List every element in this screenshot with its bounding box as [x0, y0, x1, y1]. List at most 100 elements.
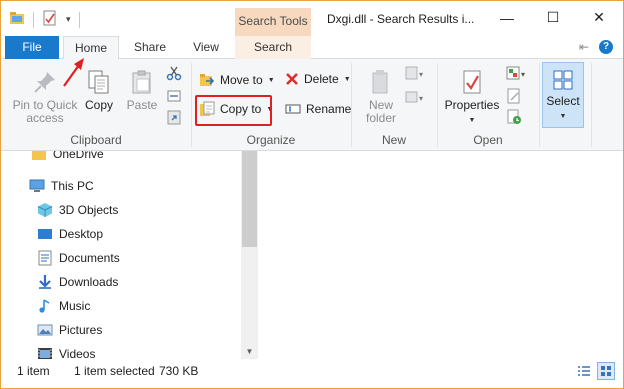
- nav-item-label: Music: [59, 299, 91, 313]
- nav-item-music[interactable]: Music: [37, 295, 90, 317]
- pushpin-icon: [34, 72, 55, 93]
- qat-separator-2: [78, 11, 80, 28]
- close-icon: ✕: [593, 9, 605, 25]
- scroll-down-arrow-icon[interactable]: ▼: [241, 344, 258, 359]
- details-view-icon[interactable]: [575, 362, 593, 380]
- window-title: Dxgi.dll - Search Results i...: [327, 12, 475, 26]
- properties-qat-icon[interactable]: [42, 10, 58, 29]
- tab-view[interactable]: View: [181, 36, 231, 59]
- status-bar: 1 item 1 item selected 730 KB: [1, 359, 623, 388]
- help-icon[interactable]: ?: [599, 40, 613, 54]
- delete-dropdown-icon: ▼: [343, 75, 351, 83]
- nav-item-videos[interactable]: Videos: [37, 343, 95, 359]
- selection-status: 1 item selected: [74, 364, 155, 378]
- properties-label: Properties: [444, 98, 500, 112]
- pin-label-line2: access: [26, 111, 64, 125]
- new-folder-icon: [372, 70, 388, 94]
- delete-button[interactable]: Delete ▼: [285, 72, 351, 86]
- cut-icon[interactable]: [166, 65, 182, 84]
- nav-item-label: Pictures: [59, 323, 103, 337]
- new-item-icon[interactable]: ▾: [405, 65, 427, 84]
- clipboard-icon: [132, 70, 151, 94]
- explorer-window: ▾ Search Tools Dxgi.dll - Search Results…: [0, 0, 624, 389]
- select-grid-icon: [553, 70, 573, 90]
- svg-text:▾: ▾: [521, 70, 525, 79]
- move-to-dropdown-icon: ▼: [267, 76, 275, 84]
- close-button[interactable]: ✕: [576, 1, 622, 34]
- rename-label: Rename: [306, 102, 352, 116]
- annotation-arrow-icon: [63, 58, 84, 87]
- quick-access-toolbar: ▾: [9, 10, 80, 29]
- nav-item-this-pc[interactable]: This PC: [29, 175, 94, 197]
- move-to-label: Move to: [220, 73, 263, 87]
- pin-ribbon-icon[interactable]: ⇤: [579, 40, 589, 54]
- svg-text:▾: ▾: [419, 94, 423, 103]
- nav-item-documents[interactable]: Documents: [37, 247, 120, 269]
- videos-icon: [37, 346, 53, 359]
- rename-icon: [285, 104, 301, 114]
- move-to-icon: [200, 74, 215, 86]
- nav-item-label: Videos: [59, 347, 96, 359]
- qat-separator: [33, 11, 34, 28]
- paste-button[interactable]: Paste: [125, 69, 159, 112]
- search-tools-context-header: Search Tools: [235, 8, 311, 36]
- easy-access-icon[interactable]: ▾: [405, 89, 427, 108]
- selection-size: 730 KB: [159, 364, 199, 378]
- group-divider-4: [539, 63, 540, 147]
- minimize-button[interactable]: —: [484, 1, 530, 34]
- minimize-icon: —: [500, 9, 514, 26]
- nav-item-label: Downloads: [59, 275, 119, 289]
- copy-icon: [88, 70, 109, 94]
- folder-icon: [31, 151, 47, 162]
- tab-share[interactable]: Share: [125, 36, 175, 59]
- tab-file[interactable]: File: [5, 36, 59, 59]
- group-divider-5: [591, 63, 592, 147]
- pictures-icon: [37, 322, 53, 338]
- rename-button[interactable]: Rename: [285, 101, 351, 117]
- navigation-pane: OneDrive This PC 3D Objects Desktop Docu…: [1, 151, 241, 359]
- properties-button[interactable]: Properties ▼: [443, 69, 501, 127]
- nav-item-downloads[interactable]: Downloads: [37, 271, 118, 293]
- documents-icon: [37, 250, 53, 266]
- open-group-label: Open: [473, 133, 503, 147]
- edit-icon[interactable]: [506, 88, 522, 107]
- paste-label: Paste: [126, 98, 158, 112]
- nav-item-desktop[interactable]: Desktop: [37, 223, 103, 245]
- search-tools-label: Search Tools: [238, 14, 308, 28]
- svg-text:▾: ▾: [419, 70, 423, 79]
- nav-item-3d-objects[interactable]: 3D Objects: [37, 199, 118, 221]
- nav-item-label: 3D Objects: [59, 203, 119, 217]
- ribbon-home: Pin to Quick access Copy Paste Clipboard…: [1, 59, 623, 151]
- tab-search[interactable]: Search: [235, 36, 311, 59]
- select-button[interactable]: Select ▼: [542, 62, 584, 128]
- copy-to-highlight-box: [195, 95, 272, 126]
- computer-icon: [29, 178, 45, 194]
- properties-dropdown-icon: ▼: [468, 117, 476, 124]
- desktop-icon: [37, 226, 53, 242]
- properties-icon: [463, 70, 481, 94]
- explorer-app-icon[interactable]: [9, 10, 25, 29]
- new-folder-label-line2: folder: [365, 111, 397, 125]
- paste-shortcut-icon[interactable]: [166, 109, 182, 128]
- large-icons-view-icon[interactable]: [597, 362, 615, 380]
- open-icon[interactable]: ▾: [506, 65, 528, 84]
- nav-scrollbar-thumb[interactable]: [242, 151, 257, 247]
- new-folder-button[interactable]: New folder: [359, 69, 403, 125]
- nav-item-onedrive[interactable]: OneDrive: [31, 151, 104, 165]
- nav-item-pictures[interactable]: Pictures: [37, 319, 102, 341]
- new-group-label: New: [381, 133, 406, 147]
- select-label: Select: [546, 94, 580, 108]
- copy-label: Copy: [84, 98, 113, 112]
- move-to-button[interactable]: Move to ▼: [199, 72, 275, 88]
- cube-icon: [37, 202, 53, 218]
- delete-icon: [286, 73, 298, 85]
- nav-item-label: OneDrive: [53, 151, 104, 161]
- history-icon[interactable]: [506, 109, 522, 128]
- maximize-button[interactable]: ☐: [530, 1, 576, 34]
- qat-dropdown-icon[interactable]: ▾: [66, 14, 71, 25]
- music-icon: [37, 298, 53, 314]
- copy-path-icon[interactable]: [166, 88, 182, 107]
- file-list-area[interactable]: [258, 151, 623, 359]
- download-icon: [37, 274, 53, 290]
- nav-item-label: This PC: [51, 179, 94, 193]
